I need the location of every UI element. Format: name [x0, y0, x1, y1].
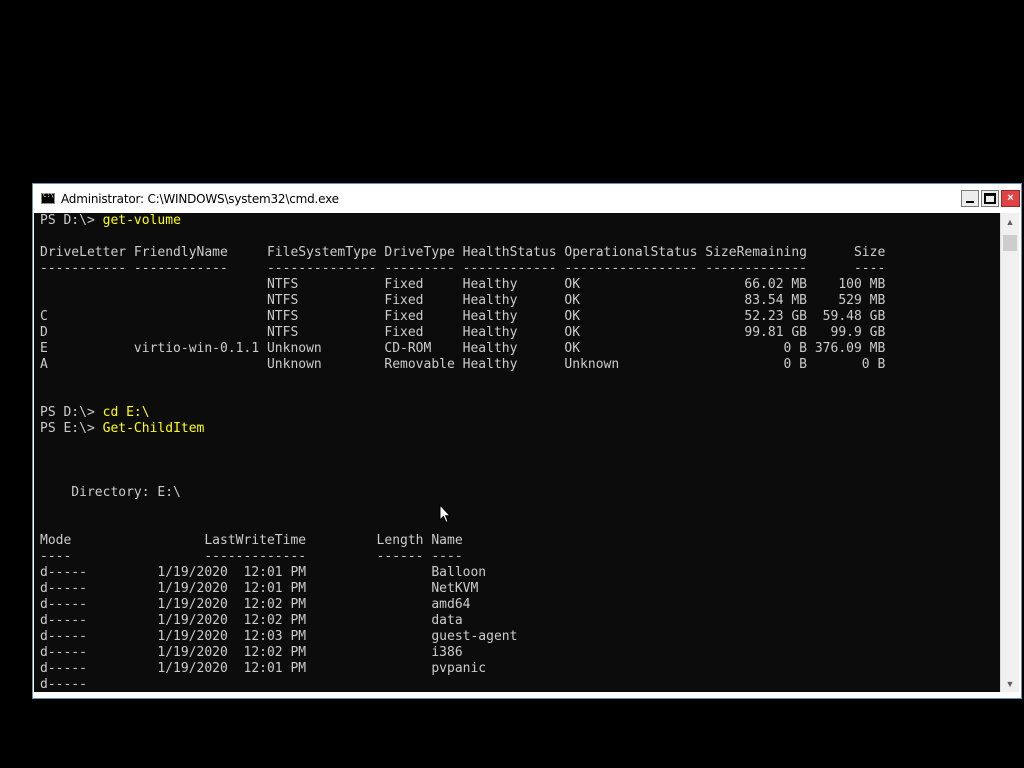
- console-line: d-----: [40, 677, 87, 692]
- console-line: PS D:\> get-volume: [40, 213, 1000, 229]
- console-window: Administrator: C:\WINDOWS\system32\cmd.e…: [32, 183, 1022, 699]
- console-line: C NTFS Fixed Healthy OK 52.23 GB 59.48 G…: [40, 309, 886, 324]
- command: Get-ChildItem: [102, 421, 205, 436]
- prompt: PS D:\>: [40, 405, 103, 420]
- console-line: ---- ------------- ------ ----: [40, 549, 463, 564]
- close-button[interactable]: ×: [1001, 190, 1020, 207]
- maximize-button[interactable]: [981, 190, 999, 207]
- console-line: Mode LastWriteTime Length Name: [40, 533, 463, 548]
- title-bar[interactable]: Administrator: C:\WINDOWS\system32\cmd.e…: [33, 184, 1021, 213]
- vertical-scrollbar[interactable]: ▲ ▼: [1000, 213, 1019, 692]
- console-line: DriveLetter FriendlyName FileSystemType …: [40, 245, 886, 260]
- console-line: NTFS Fixed Healthy OK 83.54 MB 529 MB: [40, 293, 886, 308]
- console-line: d----- 1/19/2020 12:03 PM guest-agent: [40, 629, 518, 644]
- maximize-icon: [984, 193, 996, 204]
- console-line: A Unknown Removable Healthy Unknown 0 B …: [40, 357, 886, 372]
- mouse-pointer-icon: [439, 504, 451, 524]
- console-line: ----------- ------------ -------------- …: [40, 261, 886, 276]
- command: get-volume: [102, 213, 181, 228]
- scroll-thumb[interactable]: [1003, 235, 1017, 251]
- cmd-icon: [41, 192, 55, 204]
- console-line: NTFS Fixed Healthy OK 66.02 MB 100 MB: [40, 277, 886, 292]
- minimize-button[interactable]: [961, 190, 979, 207]
- console-line: d----- 1/19/2020 12:01 PM NetKVM: [40, 581, 479, 596]
- close-icon: ×: [1007, 192, 1014, 204]
- console-line: d----- 1/19/2020 12:02 PM amd64: [40, 597, 471, 612]
- console-output[interactable]: PS D:\> get-volume DriveLetter FriendlyNa…: [34, 213, 1000, 692]
- console-line: d----- 1/19/2020 12:01 PM Balloon: [40, 565, 487, 580]
- prompt: PS E:\>: [40, 421, 103, 436]
- prompt: PS D:\>: [40, 213, 103, 228]
- command: cd E:\: [102, 405, 150, 420]
- console-line: d----- 1/19/2020 12:02 PM i386: [40, 645, 463, 660]
- window-title: Administrator: C:\WINDOWS\system32\cmd.e…: [61, 191, 339, 206]
- minimize-icon: [966, 200, 974, 203]
- console-line: d----- 1/19/2020 12:02 PM data: [40, 613, 463, 628]
- console-line: PS E:\> Get-ChildItem: [40, 421, 1000, 437]
- console-lines: PS D:\> get-volume DriveLetter FriendlyNa…: [34, 213, 1000, 692]
- scroll-down-arrow[interactable]: ▼: [1001, 675, 1019, 692]
- console-line: d----- 1/19/2020 12:01 PM pvpanic: [40, 661, 487, 676]
- window-controls: ×: [961, 190, 1021, 207]
- console-line: E virtio-win-0.1.1 Unknown CD-ROM Health…: [40, 341, 886, 356]
- console-line: PS D:\> cd E:\: [40, 405, 1000, 421]
- scroll-up-arrow[interactable]: ▲: [1001, 213, 1019, 230]
- console-line: Directory: E:\: [40, 485, 181, 500]
- console-line: D NTFS Fixed Healthy OK 99.81 GB 99.9 GB: [40, 325, 886, 340]
